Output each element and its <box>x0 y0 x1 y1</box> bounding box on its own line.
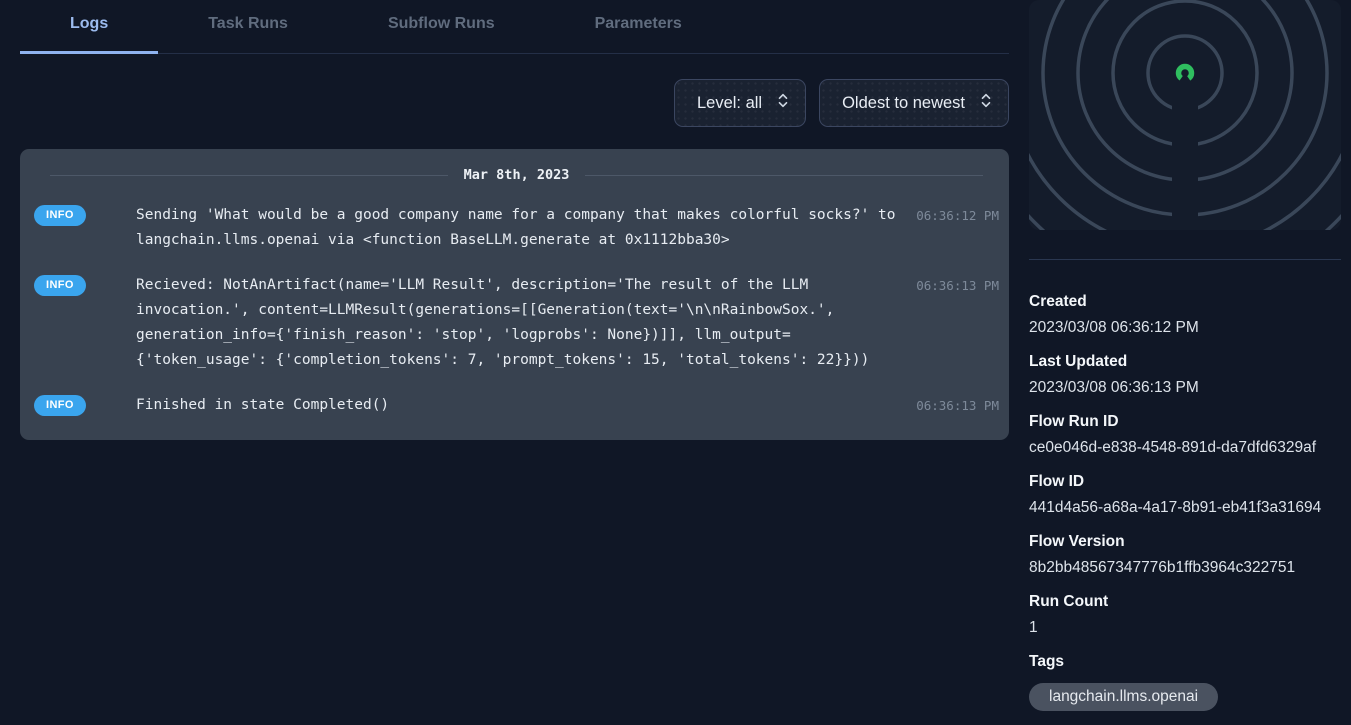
log-row: INFO Recieved: NotAnArtifact(name='LLM R… <box>34 263 999 383</box>
flow-run-page: { "tabs": [ { "label": "Logs", "active":… <box>0 0 1351 721</box>
details-sidebar: Created 2023/03/08 06:36:12 PM Last Upda… <box>1029 0 1341 725</box>
detail-label: Flow ID <box>1029 472 1341 492</box>
log-row: INFO Finished in state Completed() 06:36… <box>34 383 999 428</box>
flow-run-details: Created 2023/03/08 06:36:12 PM Last Upda… <box>1029 292 1341 711</box>
log-sort-select-value: Oldest to newest <box>842 94 965 113</box>
log-level-badge: INFO <box>34 275 86 296</box>
detail-label: Created <box>1029 292 1341 312</box>
log-timestamp: 06:36:13 PM <box>903 273 999 293</box>
tab-bar: Logs Task Runs Subflow Runs Parameters <box>20 0 1009 54</box>
sidebar-divider <box>1029 259 1341 260</box>
detail-value: 2023/03/08 06:36:12 PM <box>1029 318 1341 338</box>
detail-created: Created 2023/03/08 06:36:12 PM <box>1029 292 1341 338</box>
detail-label: Flow Version <box>1029 532 1341 552</box>
log-timestamp: 06:36:12 PM <box>903 203 999 223</box>
divider-line <box>585 175 983 176</box>
detail-value: 1 <box>1029 618 1341 638</box>
log-filters: Level: all Oldest to newest <box>20 79 1009 127</box>
detail-last-updated: Last Updated 2023/03/08 06:36:13 PM <box>1029 352 1341 398</box>
log-date-label: Mar 8th, 2023 <box>464 167 570 183</box>
log-row: INFO Sending 'What would be a good compa… <box>34 193 999 263</box>
tab-subflow-runs[interactable]: Subflow Runs <box>338 0 545 54</box>
detail-flow-version: Flow Version 8b2bb48567347776b1ffb3964c3… <box>1029 532 1341 578</box>
detail-tags: Tags langchain.llms.openai <box>1029 652 1341 711</box>
detail-value: 441d4a56-a68a-4a17-8b91-eb41f3a31694 <box>1029 498 1341 518</box>
detail-value: 8b2bb48567347776b1ffb3964c322751 <box>1029 558 1341 578</box>
log-message: Recieved: NotAnArtifact(name='LLM Result… <box>136 273 903 373</box>
logs-panel: Mar 8th, 2023 INFO Sending 'What would b… <box>20 149 1009 440</box>
detail-label: Tags <box>1029 652 1341 672</box>
log-timestamp: 06:36:13 PM <box>903 393 999 413</box>
detail-run-count: Run Count 1 <box>1029 592 1341 638</box>
log-sort-select[interactable]: Oldest to newest <box>819 79 1009 127</box>
log-level-badge: INFO <box>34 205 86 226</box>
radar-rings-graphic <box>1029 0 1341 230</box>
detail-label: Last Updated <box>1029 352 1341 372</box>
detail-label: Flow Run ID <box>1029 412 1341 432</box>
log-level-select-value: Level: all <box>697 94 762 113</box>
detail-flow-id: Flow ID 441d4a56-a68a-4a17-8b91-eb41f3a3… <box>1029 472 1341 518</box>
detail-value: ce0e046d-e838-4548-891d-da7dfd6329af <box>1029 438 1341 458</box>
chevron-updown-icon <box>980 92 992 114</box>
log-level-badge: INFO <box>34 395 86 416</box>
log-date-divider: Mar 8th, 2023 <box>50 167 983 183</box>
divider-line <box>50 175 448 176</box>
detail-value: 2023/03/08 06:36:13 PM <box>1029 378 1341 398</box>
log-message: Finished in state Completed() <box>136 393 903 418</box>
log-level-select[interactable]: Level: all <box>674 79 806 127</box>
chevron-updown-icon <box>777 92 789 114</box>
tab-parameters[interactable]: Parameters <box>545 0 732 54</box>
flow-run-radar <box>1029 0 1341 230</box>
tab-logs[interactable]: Logs <box>20 0 158 54</box>
tag-pill[interactable]: langchain.llms.openai <box>1029 683 1218 711</box>
detail-flow-run-id: Flow Run ID ce0e046d-e838-4548-891d-da7d… <box>1029 412 1341 458</box>
detail-label: Run Count <box>1029 592 1341 612</box>
tab-task-runs[interactable]: Task Runs <box>158 0 338 54</box>
radar-task-node-icon <box>1179 67 1192 80</box>
log-message: Sending 'What would be a good company na… <box>136 203 903 253</box>
main-column: Logs Task Runs Subflow Runs Parameters L… <box>20 0 1009 440</box>
